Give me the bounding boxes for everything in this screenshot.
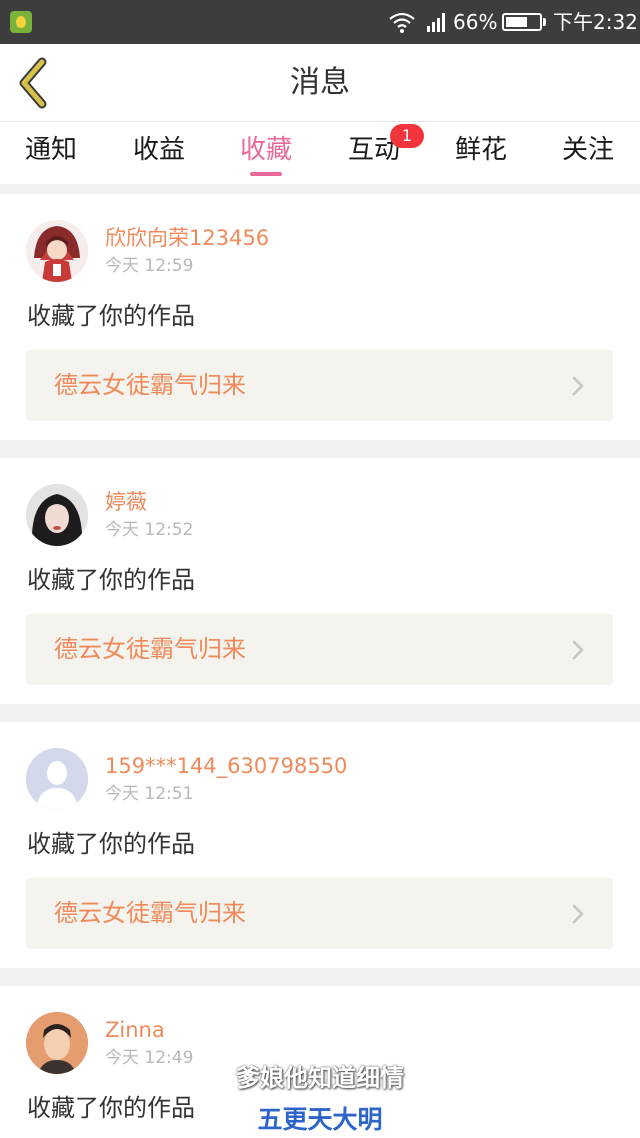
username[interactable]: 159***144_630798550	[105, 752, 347, 780]
status-bar: 66% 下午2:32	[0, 0, 640, 44]
tab-following[interactable]: 关注	[538, 130, 638, 180]
work-title: 德云女徒霸气归来	[54, 371, 246, 399]
app-icon	[10, 11, 32, 33]
photo-avatar	[26, 484, 88, 546]
message-card: 婷薇 今天 12:52 收藏了你的作品 德云女徒霸气归来	[0, 458, 640, 704]
work-link[interactable]: 德云女徒霸气归来	[26, 614, 613, 685]
tab-notifications[interactable]: 通知	[1, 130, 101, 180]
chevron-right-icon	[572, 376, 584, 396]
tab-label: 鲜花	[454, 135, 507, 165]
username[interactable]: 欣欣向荣123456	[105, 224, 269, 252]
battery-level	[506, 17, 528, 27]
battery-percent: 66%	[453, 10, 498, 34]
work-title: 德云女徒霸气归来	[54, 635, 246, 663]
tab-bar: 通知 收益 收藏 互动 1 鲜花 关注	[0, 122, 640, 184]
work-link[interactable]: 德云女徒霸气归来	[26, 878, 613, 949]
app-header: 消息	[0, 44, 640, 122]
username[interactable]: Zinna	[105, 1016, 165, 1044]
tab-favorites[interactable]: 收藏	[216, 130, 316, 180]
tab-label: 通知	[24, 135, 77, 165]
user-avatar[interactable]	[26, 748, 88, 810]
chevron-right-icon	[572, 904, 584, 924]
page-title: 消息	[290, 65, 350, 100]
signal-icon	[427, 13, 445, 32]
tab-earnings[interactable]: 收益	[109, 130, 209, 180]
action-text: 收藏了你的作品	[27, 830, 195, 858]
subtitle-line: 五更天大明	[257, 1105, 383, 1134]
user-avatar[interactable]	[26, 484, 88, 546]
message-card: 159***144_630798550 今天 12:51 收藏了你的作品 德云女…	[0, 722, 640, 968]
tab-interactions[interactable]: 互动 1	[324, 124, 424, 180]
message-time: 今天 12:51	[105, 784, 194, 804]
wifi-icon	[389, 12, 415, 33]
message-card: 欣欣向荣123456 今天 12:59 收藏了你的作品 德云女徒霸气归来	[0, 194, 640, 440]
action-text: 收藏了你的作品	[27, 302, 195, 330]
subtitle-line: 爹娘他知道细情	[236, 1064, 404, 1092]
username[interactable]: 婷薇	[105, 488, 147, 516]
work-title: 德云女徒霸气归来	[54, 899, 246, 927]
user-avatar[interactable]	[26, 220, 88, 282]
anime-girl-avatar	[26, 220, 88, 282]
action-text: 收藏了你的作品	[27, 566, 195, 594]
tab-label: 关注	[561, 135, 614, 165]
default-user-avatar	[26, 748, 88, 810]
status-time: 下午2:32	[553, 10, 638, 34]
notification-badge: 1	[390, 124, 424, 148]
tab-label: 收益	[132, 135, 185, 165]
message-time: 今天 12:59	[105, 256, 194, 276]
tab-flowers[interactable]: 鲜花	[431, 130, 531, 180]
work-link[interactable]: 德云女徒霸气归来	[26, 350, 613, 421]
message-time: 今天 12:52	[105, 520, 194, 540]
active-tab-indicator	[250, 172, 282, 176]
chevron-right-icon	[572, 640, 584, 660]
battery-icon	[502, 13, 546, 31]
tab-label: 收藏	[239, 135, 292, 165]
